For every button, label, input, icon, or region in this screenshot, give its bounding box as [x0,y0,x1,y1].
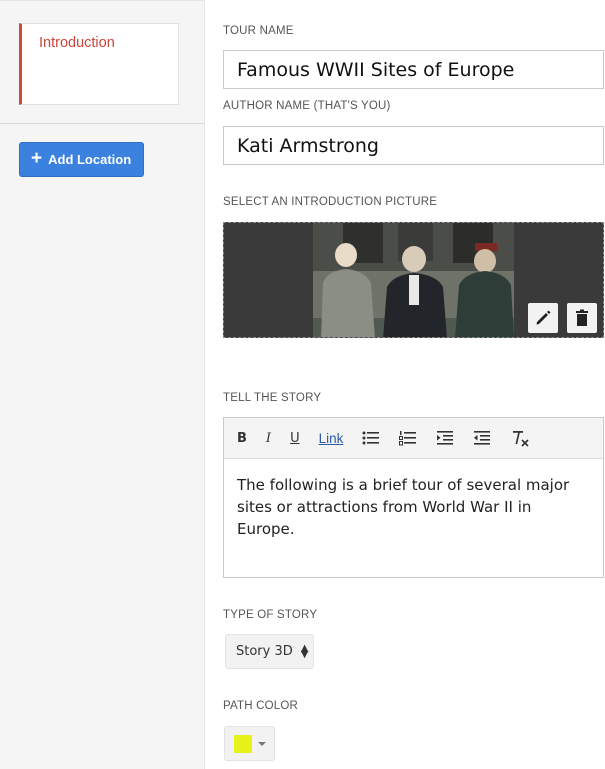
edit-picture-button[interactable] [528,303,558,333]
clear-format-button[interactable] [510,429,530,447]
intro-picture [313,223,514,337]
author-name-label: AUTHOR NAME (THAT'S YOU) [223,100,391,112]
tour-name-input[interactable]: Famous WWII Sites of Europe [223,50,604,89]
bulleted-list-icon [362,431,380,445]
numbered-list-icon [399,431,417,446]
path-color-label: PATH COLOR [223,700,299,712]
tour-form: TOUR NAME Famous WWII Sites of Europe AU… [205,0,605,769]
story-type-select[interactable]: Story 3D ▲ ▼ [225,634,314,669]
italic-button[interactable]: I [266,431,271,446]
sidebar-item-label: Introduction [39,35,115,51]
chevron-down-icon [258,741,266,746]
intro-picture-label: SELECT AN INTRODUCTION PICTURE [223,196,438,208]
editor-toolbar: B I U Link [224,418,603,459]
plus-icon: + [31,148,43,169]
path-color-picker[interactable] [224,726,275,761]
trash-icon [576,309,588,326]
add-location-button[interactable]: + Add Location [19,142,144,177]
story-editor[interactable]: B I U Link The following is a brief tour… [223,417,604,578]
add-location-label: Add Location [48,152,132,167]
pencil-icon [536,310,551,325]
sidebar-item-introduction[interactable]: Introduction [19,23,179,105]
story-label: TELL THE STORY [223,392,322,404]
tour-name-label: TOUR NAME [223,25,294,37]
bulleted-list-button[interactable] [362,430,380,446]
indent-button[interactable] [436,430,454,446]
sidebar: Introduction + Add Location [0,0,205,769]
sidebar-top-divider [0,0,205,1]
story-type-value: Story 3D [236,644,293,659]
story-text[interactable]: The following is a brief tour of several… [224,459,603,555]
delete-picture-button[interactable] [567,303,597,333]
story-type-label: TYPE OF STORY [223,609,318,621]
bold-button[interactable]: B [237,431,247,446]
underline-button[interactable]: U [290,431,300,446]
outdent-button[interactable] [473,430,491,446]
color-swatch [234,734,252,753]
numbered-list-button[interactable] [399,430,417,446]
indent-icon [437,431,454,445]
up-down-arrows-icon: ▲ ▼ [300,642,309,660]
outdent-icon [474,431,491,445]
author-name-input[interactable]: Kati Armstrong [223,126,604,165]
sidebar-divider [0,123,205,124]
clear-format-icon [513,431,529,447]
intro-picture-dropzone[interactable] [223,222,604,338]
link-button[interactable]: Link [319,431,344,446]
